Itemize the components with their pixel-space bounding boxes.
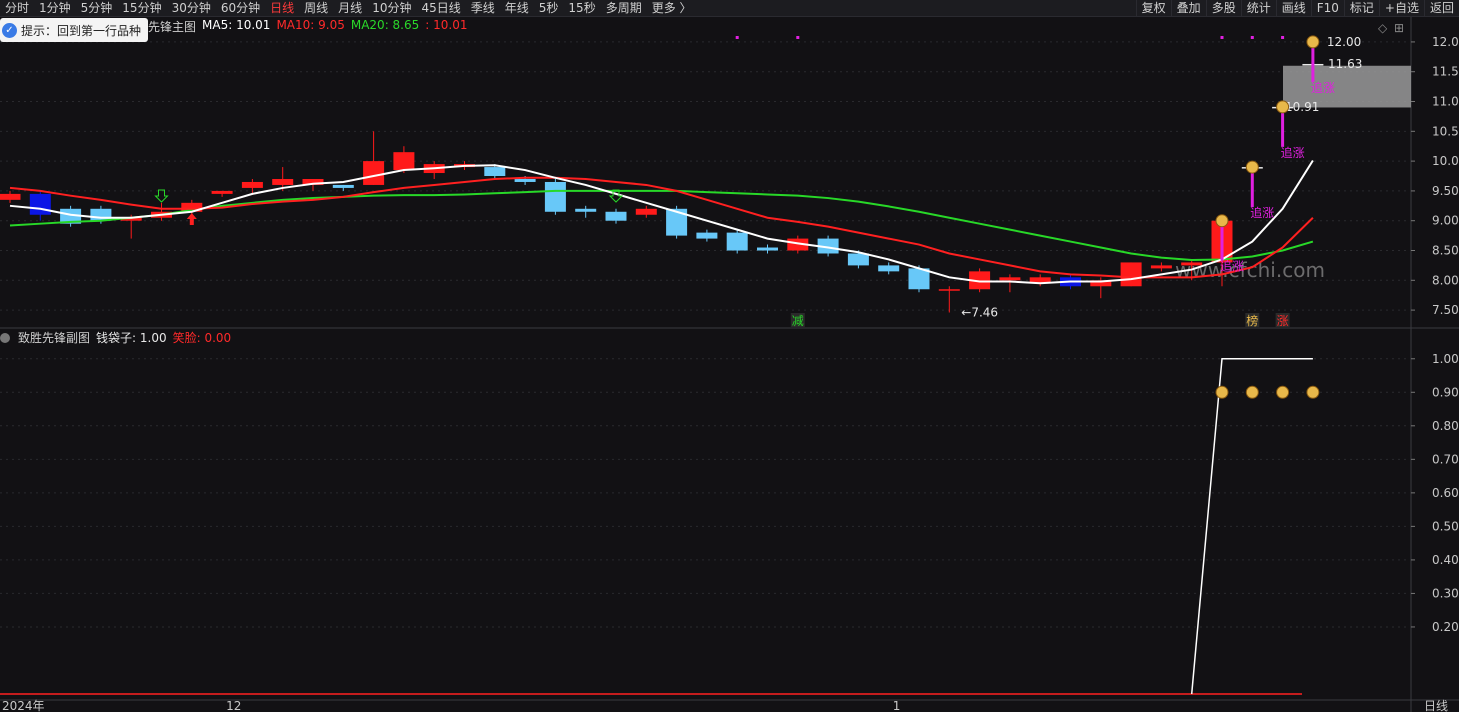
marker-dot	[1220, 36, 1224, 39]
price-label: 11.63	[1328, 57, 1362, 71]
y-tick-label: 0.60	[1432, 486, 1459, 500]
candle-body	[635, 208, 657, 215]
y-tick-label: 0.90	[1432, 385, 1459, 399]
watermark: www.cfchi.com	[1175, 258, 1325, 282]
candle-body	[999, 277, 1021, 281]
signal-label: 追涨	[1220, 259, 1244, 274]
period-label: 日线	[1424, 699, 1448, 712]
check-icon: ✓	[2, 22, 17, 38]
y-tick-label: 1.00	[1432, 352, 1459, 366]
ma5-line	[9, 159, 1314, 285]
buy-arrow-icon	[186, 213, 197, 225]
candle-body	[332, 184, 354, 188]
y-tick-label: 7.50	[1432, 303, 1459, 317]
candle-body	[1181, 262, 1203, 266]
money-bag-icon	[1245, 160, 1259, 174]
marker-dot	[735, 36, 739, 39]
bag-line	[1190, 358, 1313, 695]
y-tick-label: 10.00	[1432, 154, 1459, 168]
y-tick-label: 0.20	[1432, 620, 1459, 634]
kline-chart[interactable]: 12.0011.5011.0010.5010.009.509.008.508.0…	[0, 0, 1459, 712]
candle-body	[1120, 262, 1142, 287]
y-tick-label: 8.00	[1432, 273, 1459, 287]
signal-label: 追涨	[1311, 80, 1335, 95]
y-tick-label: 11.00	[1432, 95, 1459, 109]
candle-body	[757, 247, 778, 251]
candle-body	[726, 232, 748, 251]
candle-body	[847, 253, 869, 266]
diamond-icon: ◇	[1378, 21, 1388, 35]
ma20-line	[9, 189, 1314, 262]
candle-body	[878, 265, 900, 272]
price-label: ←7.46	[961, 305, 998, 319]
money-bag-icon	[1215, 214, 1229, 228]
money-bag-icon	[1276, 100, 1290, 114]
ma10-line	[9, 176, 1314, 279]
bottom-tag: 减	[792, 314, 804, 328]
signal-label: 追涨	[1250, 205, 1274, 220]
tip-banner[interactable]: ✓ 提示：回到第一行品种	[0, 18, 148, 42]
candle-body	[211, 190, 233, 194]
y-tick-label: 11.50	[1432, 65, 1459, 79]
candle-body	[393, 152, 415, 171]
money-bag-icon	[1215, 385, 1229, 399]
y-tick-label: 9.00	[1432, 214, 1459, 228]
x-axis-label: 2024年	[2, 699, 45, 712]
candle-body	[0, 193, 21, 200]
price-label: 12.00	[1327, 35, 1361, 49]
price-label: 10.91	[1285, 100, 1319, 114]
candle-body	[90, 208, 112, 221]
marker-dot	[1250, 36, 1254, 39]
down-arrow-icon	[154, 189, 169, 203]
candle-body	[241, 181, 263, 188]
candle-body	[605, 211, 627, 221]
signal-label: 追涨	[1281, 145, 1305, 160]
candle-body	[666, 208, 688, 236]
y-tick-label: 10.50	[1432, 124, 1459, 138]
y-tick-label: 0.30	[1432, 586, 1459, 600]
y-tick-label: 0.50	[1432, 519, 1459, 533]
money-bag-icon	[1276, 385, 1290, 399]
tip-text: 提示：回到第一行品种	[21, 23, 142, 38]
y-tick-label: 9.50	[1432, 184, 1459, 198]
candle-body	[1150, 265, 1172, 269]
layout-icon: ⊞	[1394, 21, 1404, 35]
bottom-tag: 榜	[1246, 313, 1258, 328]
candle-body	[272, 178, 294, 185]
candle-body	[696, 232, 718, 239]
candle-body	[544, 181, 566, 212]
y-tick-label: 8.50	[1432, 244, 1459, 258]
candle-body	[363, 161, 385, 185]
candle-body	[514, 178, 536, 182]
money-bag-icon	[1306, 385, 1320, 399]
money-bag-icon	[1306, 35, 1320, 49]
y-tick-label: 12.00	[1432, 35, 1459, 49]
candle-body	[484, 167, 506, 177]
x-axis-label: 1	[893, 699, 901, 712]
y-tick-label: 0.80	[1432, 419, 1459, 433]
candle-body	[575, 208, 597, 212]
y-tick-label: 0.70	[1432, 452, 1459, 466]
candle-body	[938, 289, 960, 291]
bottom-tag: 涨	[1277, 313, 1289, 328]
money-bag-icon	[1245, 385, 1259, 399]
marker-dot	[1281, 36, 1285, 39]
candle-body	[29, 193, 51, 215]
y-tick-label: 0.40	[1432, 553, 1459, 567]
marker-dot	[796, 36, 800, 39]
x-axis-label: 12	[226, 699, 241, 712]
